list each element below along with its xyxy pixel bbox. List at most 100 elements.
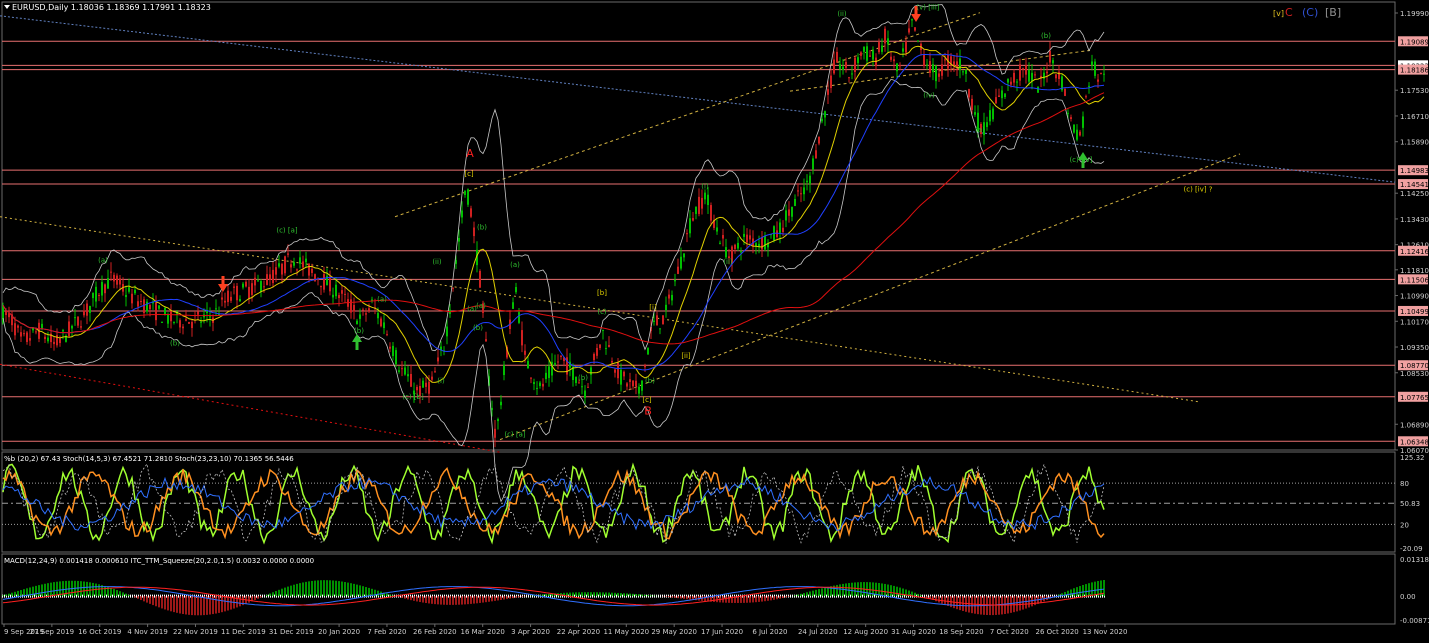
candle-body: [827, 89, 829, 95]
candle-body: [692, 218, 694, 221]
candle-body: [584, 390, 586, 398]
candle-body: [431, 376, 433, 380]
candle-body: [335, 284, 337, 297]
candle-body: [830, 75, 832, 89]
candle-body: [383, 322, 385, 329]
candle-body: [674, 279, 676, 282]
candle-body: [986, 122, 988, 128]
wave-label: (b): [170, 339, 180, 347]
candle-body: [1016, 81, 1018, 83]
candle-body: [245, 281, 247, 287]
candle-body: [608, 345, 610, 347]
candle-body: [167, 314, 169, 324]
candle-body: [467, 189, 469, 205]
candle-body: [185, 319, 187, 321]
candle-body: [677, 266, 679, 274]
candle-body: [284, 256, 286, 274]
candle-body: [623, 371, 625, 377]
macd-title: MACD(12,24,9) 0.001418 0.000610 ITC_TTM_…: [4, 557, 314, 565]
candle-body: [914, 27, 916, 31]
candle-body: [1082, 116, 1084, 128]
candle-body: [680, 256, 682, 269]
candle-body: [644, 365, 646, 368]
candle-body: [119, 278, 121, 285]
candle-body: [113, 274, 115, 282]
candle-body: [161, 322, 163, 324]
candle-body: [959, 58, 961, 71]
candle-body: [653, 320, 655, 322]
wave-label: (b): [578, 374, 588, 382]
candle-body: [422, 380, 424, 388]
chart-canvas[interactable]: 1.19990 1.17530 1.16710 1.15890 1.14250 1.134…: [0, 0, 1429, 639]
candle-body: [287, 253, 289, 255]
candle-body: [1094, 61, 1096, 76]
candle-body: [602, 329, 604, 331]
candle-body: [290, 264, 292, 268]
time-tick-label: 16 Oct 2019: [78, 628, 121, 636]
level-badge-label: 1.14983: [1400, 167, 1429, 175]
candle-body: [395, 350, 397, 365]
candle-body: [647, 348, 649, 355]
candle-body: [764, 235, 766, 250]
candle-body: [338, 295, 340, 299]
candle-body: [41, 323, 43, 329]
candle-body: [71, 325, 73, 329]
candle-body: [356, 320, 358, 325]
candle-body: [884, 28, 886, 44]
candle-body: [701, 197, 703, 209]
time-tick-label: 4 Nov 2019: [127, 628, 167, 636]
wave-label: (a): [476, 302, 486, 310]
candle-body: [719, 242, 721, 244]
time-tick-label: 26 Feb 2020: [413, 628, 457, 636]
candle-body: [425, 382, 427, 387]
candle-body: [311, 268, 313, 273]
time-tick-label: 22 Apr 2020: [557, 628, 600, 636]
candle-body: [416, 386, 418, 391]
candle-body: [860, 52, 862, 56]
time-tick-label: 7 Oct 2020: [990, 628, 1029, 636]
chart-window[interactable]: 1.19990 1.17530 1.16710 1.15890 1.14250 1.134…: [0, 0, 1429, 639]
candle-body: [848, 77, 850, 79]
candle-body: [125, 294, 127, 298]
candle-body: [404, 367, 406, 375]
candle-body: [29, 338, 31, 341]
candle-body: [524, 350, 526, 355]
candle-body: [275, 267, 277, 275]
time-tick-label: 13 Nov 2020: [1083, 628, 1128, 636]
candle-body: [116, 275, 118, 285]
candle-body: [668, 294, 670, 299]
candle-body: [614, 369, 616, 373]
candle-body: [638, 386, 640, 394]
wave-label: [c]: [642, 396, 652, 404]
candle-body: [233, 286, 235, 288]
level-badge-label: 1.12416: [1400, 248, 1429, 256]
wave-label: (c) [iv] ?: [1183, 186, 1212, 194]
price-tick-label: 1.19990: [1400, 10, 1429, 18]
wave-label: (a): [975, 126, 985, 134]
candle-body: [20, 332, 22, 337]
wave-label: (v) [iii]: [916, 4, 939, 12]
candle-body: [461, 210, 463, 218]
candle-body: [743, 233, 745, 237]
time-tick-label: 12 Aug 2020: [843, 628, 888, 636]
candle-body: [254, 277, 256, 286]
candle-body: [536, 387, 538, 389]
candle-body: [659, 328, 661, 330]
candle-body: [905, 41, 907, 53]
candle-body: [329, 276, 331, 292]
candle-body: [17, 325, 19, 328]
time-tick-label: 20 Jan 2020: [318, 628, 360, 636]
time-tick-label: 27 Sep 2019: [30, 628, 74, 636]
candle-body: [587, 386, 589, 388]
candle-body: [149, 304, 151, 310]
level-badge-label: 1.18186: [1400, 67, 1429, 75]
level-badge-label: 1.11506: [1400, 276, 1429, 284]
candle-body: [548, 366, 550, 378]
candle-body: [749, 235, 751, 240]
wave-label: (ii): [723, 258, 733, 266]
candle-body: [1067, 112, 1069, 114]
candle-body: [515, 287, 517, 293]
candle-body: [1085, 96, 1087, 98]
candle-body: [302, 261, 304, 268]
candle-body: [809, 175, 811, 184]
